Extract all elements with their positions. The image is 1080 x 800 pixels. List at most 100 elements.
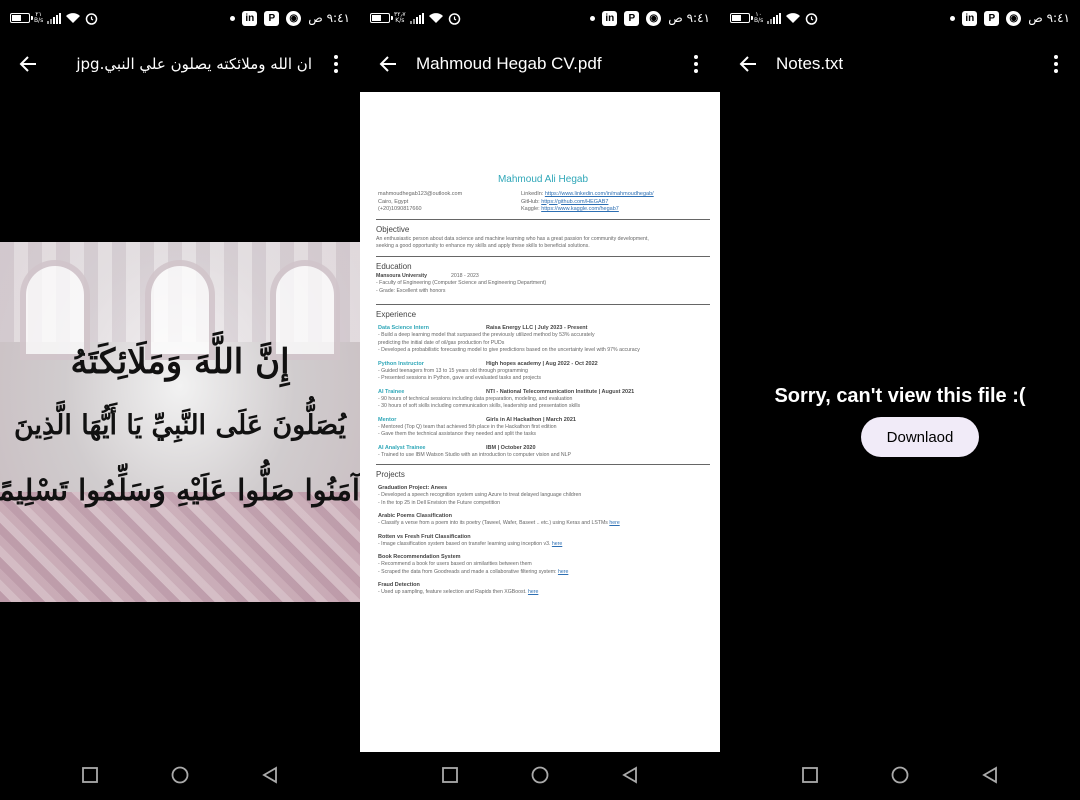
- experience-line: - Developed a probabilistic forecasting …: [378, 347, 640, 353]
- alarm-icon: [806, 12, 818, 25]
- linkedin-icon: in: [962, 10, 978, 26]
- calligraphy-text: إِنَّ اللَّهَ وَمَلَائِكَتَهُ يُصَلُّونَ…: [0, 330, 360, 522]
- pdf-app-icon: P: [264, 10, 280, 26]
- notification-dot: [230, 15, 236, 21]
- projects-list: Graduation Project: Anees - Developed a s…: [376, 484, 710, 597]
- home-button[interactable]: [520, 755, 560, 795]
- project-link[interactable]: here: [552, 541, 562, 547]
- recents-button[interactable]: [430, 755, 470, 795]
- objective-line: An enthusiastic person about data scienc…: [376, 235, 649, 242]
- clock: ٩:٤١ ص: [308, 11, 350, 25]
- more-options-icon[interactable]: [312, 36, 360, 92]
- square-icon: [82, 767, 98, 783]
- project-link[interactable]: here: [609, 520, 619, 526]
- circle-icon: [171, 766, 189, 784]
- experience-line: - 90 hours of technical sessions includi…: [378, 395, 573, 402]
- alarm-icon: [448, 12, 460, 25]
- arrow-left-icon: [739, 56, 756, 72]
- project-line-text: - Used up sampling, feature selection an…: [378, 589, 527, 595]
- triangle-back-icon: [262, 766, 277, 784]
- project-name: Book Recommendation System: [378, 554, 461, 560]
- cv-github-link[interactable]: https://github.com/HEGAB7: [541, 199, 608, 205]
- project-line-text: - Image classification system based on t…: [378, 540, 551, 547]
- nav-back-button[interactable]: [970, 755, 1010, 795]
- pdf-page[interactable]: Mahmoud Ali Hegab mahmoudhegab123@outloo…: [360, 92, 720, 752]
- cv-contact: mahmoudhegab123@outlook.com Cairo, Egypt…: [376, 191, 710, 214]
- project-link[interactable]: here: [528, 589, 538, 595]
- cannot-view-message: Sorry, can't view this file :(: [774, 385, 1026, 407]
- project-line: - Recommend a book for users based on si…: [376, 561, 710, 569]
- edu-line: - Faculty of Engineering (Computer Scien…: [376, 280, 547, 286]
- divider: [376, 304, 710, 305]
- project-line-text: - Recommend a book for users based on si…: [378, 561, 532, 567]
- divider: [376, 464, 710, 465]
- experience-heading: Experience: [376, 310, 417, 319]
- notes-viewer-screen: ١٠ B/s in P ◉ ٩:٤١ ص Notes.txt Sorry, can…: [720, 0, 1080, 800]
- system-nav-bar: [0, 750, 360, 800]
- university: Mansoura University: [376, 272, 428, 279]
- square-icon: [802, 767, 818, 783]
- clock: ٩:٤١ ص: [1028, 11, 1070, 25]
- project-line: - Image classification system based on t…: [376, 541, 710, 549]
- experience-org: Girls in AI Hackathon | March 2021: [486, 416, 576, 423]
- battery-icon: [370, 13, 393, 23]
- cv-linkedin-link[interactable]: https://www.linkedin.com/in/mahmoudhegab…: [545, 191, 654, 197]
- recents-button[interactable]: [790, 755, 830, 795]
- circle-icon: [531, 766, 549, 784]
- triangle-back-icon: [622, 766, 637, 784]
- download-button[interactable]: Downlaod: [861, 417, 979, 457]
- arrow-left-icon: [19, 56, 36, 72]
- home-button[interactable]: [160, 755, 200, 795]
- system-nav-bar: [360, 750, 720, 800]
- back-button[interactable]: [0, 36, 56, 92]
- project-name: Arabic Poems Classification: [378, 513, 452, 519]
- alarm-icon: [86, 12, 98, 25]
- file-title: Notes.txt: [776, 54, 844, 73]
- back-button[interactable]: [360, 36, 416, 92]
- project-line-text: - In the top 25 in Dell Envision the Fut…: [378, 499, 500, 506]
- linkedin-icon: in: [242, 10, 258, 26]
- cv-kaggle-link[interactable]: https://www.kaggle.com/hegab7: [541, 206, 619, 212]
- signal-icon: [409, 12, 424, 24]
- experience-line: - Presented sessions in Python, gave and…: [378, 375, 541, 381]
- project-line: - Scraped the data from Goodreads and ma…: [376, 569, 710, 577]
- more-options-icon[interactable]: [1032, 36, 1080, 92]
- experience-role: AI Trainee: [378, 388, 405, 395]
- cv-name: Mahmoud Ali Hegab: [497, 174, 589, 185]
- calligraphy-line: آمَنُوا صَلُّوا عَلَيْهِ وَسَلِّمُوا تَس…: [0, 473, 360, 507]
- project-link[interactable]: here: [558, 569, 568, 575]
- status-bar: ٢١ B/s in P ◉ ٩:٤١ ص: [0, 0, 360, 36]
- experience-item: Mentor Girls in AI Hackathon | March 2021: [376, 416, 710, 424]
- divider: [376, 255, 710, 257]
- app-bar: Notes.txt: [720, 36, 1080, 92]
- nav-back-button[interactable]: [610, 755, 650, 795]
- cv-location: Cairo, Egypt: [378, 198, 409, 205]
- signal-icon: [47, 12, 62, 24]
- project-line: - Used up sampling, feature selection an…: [376, 589, 710, 597]
- file-title: Mahmoud Hegab CV.pdf: [416, 54, 602, 73]
- experience-line: - 30 hours of soft skills including comm…: [378, 403, 581, 409]
- nav-back-button[interactable]: [250, 755, 290, 795]
- project-line: - In the top 25 in Dell Envision the Fut…: [376, 500, 710, 508]
- net-speed: ٢١ B/s: [34, 11, 44, 24]
- net-speed: ١٠ B/s: [754, 11, 764, 24]
- back-button[interactable]: [720, 36, 776, 92]
- experience-item: AI Analyst Trainee IBM | October 2020: [376, 444, 710, 452]
- pdf-app-icon: P: [984, 10, 1000, 26]
- speedometer-icon: ◉: [286, 10, 302, 26]
- recents-button[interactable]: [70, 755, 110, 795]
- education-heading: Education: [376, 261, 412, 271]
- file-title: ان الله وملائكته يصلون علي النبي.jpg: [76, 55, 312, 73]
- wifi-icon: [428, 13, 443, 23]
- wifi-icon: [66, 13, 81, 23]
- experience-item: Data Science Intern Raisa Energy LLC | Ju…: [376, 324, 710, 332]
- home-button[interactable]: [880, 755, 920, 795]
- more-options-icon[interactable]: [672, 36, 720, 92]
- battery-icon: [730, 13, 753, 23]
- experience-role: AI Analyst Trainee: [378, 444, 426, 451]
- project-line-text: - Classify a verse from a poem into its …: [378, 520, 608, 526]
- experience-item: AI Trainee NTI - National Telecommunicati…: [376, 388, 710, 396]
- cv-phone: (+20)1090817660: [378, 206, 422, 212]
- speedometer-icon: ◉: [1006, 10, 1022, 26]
- circle-icon: [891, 766, 909, 784]
